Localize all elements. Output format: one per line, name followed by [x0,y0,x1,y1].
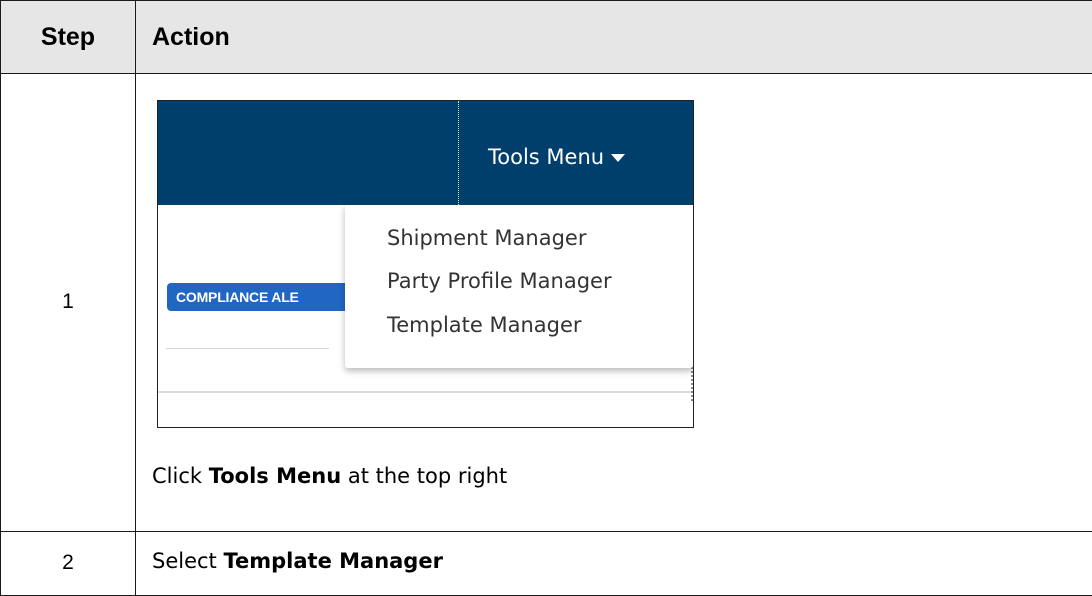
nav-divider [458,101,459,206]
instruction-prefix: Click [152,464,209,489]
instruction-bold: Tools Menu [208,464,342,489]
table-row: 1 Tools Menu COMPLIANCE ALE Shipment Man… [0,73,1092,532]
tools-dropdown-menu: Shipment Manager Party Profile Manager T… [345,205,693,369]
compliance-alert-badge[interactable]: COMPLIANCE ALE [167,283,357,312]
table-row: 2 Select Template Manager [0,530,1092,596]
menu-item-template-manager[interactable]: Template Manager [387,313,582,337]
instruction-suffix: at the top right [341,464,508,489]
table-header-row: Step Action [0,0,1092,75]
instruction-prefix: Select [152,548,224,573]
action-cell: Select Template Manager [135,530,1092,596]
instruction-table: Step Action 1 Tools Menu COMPLIANCE ALE … [0,0,1092,596]
instruction-text: Select Template Manager [152,549,443,573]
caret-down-icon [611,154,626,163]
tools-menu-button[interactable]: Tools Menu [488,145,626,170]
instruction-bold: Template Manager [223,548,443,573]
instruction-text: Click Tools Menu at the top right [152,464,507,488]
step-number: 1 [0,73,136,532]
menu-item-shipment-manager[interactable]: Shipment Manager [387,226,586,250]
divider-line [158,391,693,394]
tools-menu-label: Tools Menu [488,145,605,170]
header-action: Action [135,0,1092,75]
divider-line [166,348,329,350]
ui-screenshot: Tools Menu COMPLIANCE ALE Shipment Manag… [157,100,694,429]
action-cell: Tools Menu COMPLIANCE ALE Shipment Manag… [135,73,1092,532]
header-step: Step [0,0,136,75]
menu-item-party-profile-manager[interactable]: Party Profile Manager [387,269,612,293]
step-number: 2 [0,530,136,596]
